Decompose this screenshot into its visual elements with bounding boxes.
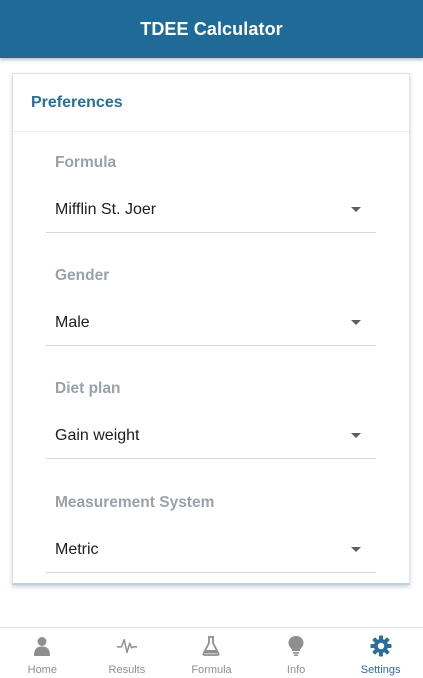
nav-item-results[interactable]: Results [85, 628, 170, 678]
measurement-system-label: Measurement System [55, 494, 215, 511]
measurement-system-select[interactable]: Metric [46, 527, 376, 573]
diet-plan-label: Diet plan [55, 380, 121, 397]
formula-select[interactable]: Mifflin St. Joer [46, 187, 376, 233]
gender-value: Male [55, 313, 90, 331]
nav-item-settings[interactable]: Settings [338, 628, 423, 678]
formula-value: Mifflin St. Joer [55, 200, 157, 218]
person-icon [31, 635, 53, 657]
nav-label-results: Results [108, 664, 146, 676]
nav-item-home[interactable]: Home [0, 628, 85, 678]
flask-icon [200, 635, 222, 657]
caret-down-icon [351, 547, 361, 552]
lightbulb-icon [285, 635, 307, 657]
card-header: Preferences [13, 74, 409, 132]
nav-label-formula: Formula [191, 664, 232, 676]
diet-plan-value: Gain weight [55, 426, 140, 444]
measurement-system-value: Metric [55, 540, 99, 558]
caret-down-icon [351, 207, 361, 212]
caret-down-icon [351, 320, 361, 325]
gear-icon [370, 635, 392, 657]
nav-label-settings: Settings [360, 664, 401, 676]
nav-label-info: Info [286, 664, 306, 676]
formula-label: Formula [55, 154, 117, 171]
card-title: Preferences [31, 93, 123, 111]
app-bar: TDEE Calculator [0, 0, 423, 58]
nav-item-info[interactable]: Info [254, 628, 339, 678]
caret-down-icon [351, 433, 361, 438]
bottom-navigation: Home Results Formula Info Settings [0, 627, 423, 678]
gender-label: Gender [55, 267, 110, 284]
app-screen: TDEE Calculator Preferences Formula Miff… [0, 0, 423, 678]
diet-plan-select[interactable]: Gain weight [46, 413, 376, 459]
preferences-card: Preferences Formula Mifflin St. Joer Gen… [12, 73, 410, 585]
app-title: TDEE Calculator [140, 18, 283, 39]
gender-select[interactable]: Male [46, 300, 376, 346]
pulse-icon [116, 635, 138, 657]
nav-label-home: Home [27, 664, 57, 676]
nav-item-formula[interactable]: Formula [169, 628, 254, 678]
